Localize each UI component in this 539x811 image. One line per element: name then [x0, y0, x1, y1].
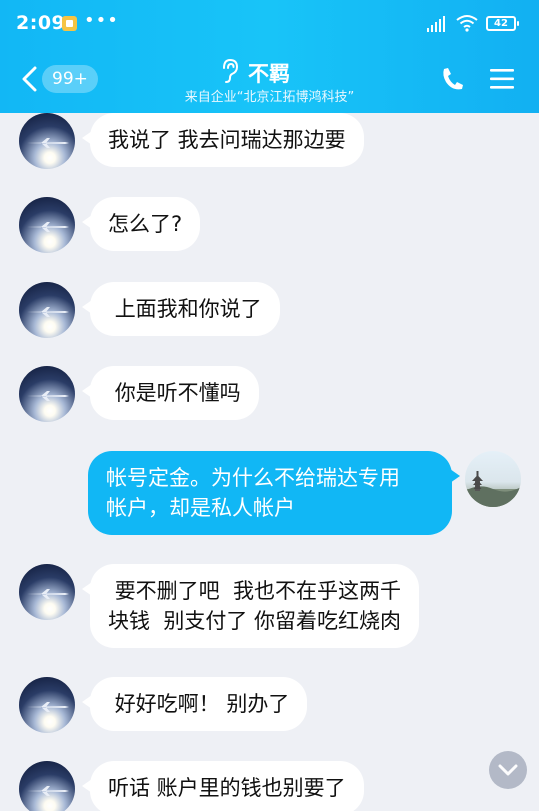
message-bubble[interactable]: 我说了 我去问瑞达那边要: [82, 113, 364, 167]
wifi-icon: [456, 15, 478, 32]
contact-avatar[interactable]: [19, 113, 75, 169]
battery-icon: 42: [486, 16, 519, 31]
airplane-icon: [27, 786, 69, 796]
status-time: 2:09: [16, 12, 66, 34]
status-bar: 2:09 ••• 42: [0, 0, 539, 50]
airplane-icon: [27, 222, 69, 232]
phone-call-icon[interactable]: [440, 66, 464, 92]
message-bubble[interactable]: 好好吃啊！ 别办了: [81, 677, 308, 731]
message-bubble[interactable]: 你是听不懂吗: [82, 366, 259, 420]
airplane-icon: [27, 589, 69, 599]
airplane-icon: [27, 307, 69, 317]
more-notifications-icon: •••: [84, 10, 119, 31]
airplane-icon: [27, 138, 69, 148]
contact-name: 不羁: [248, 62, 290, 86]
airplane-icon: [27, 702, 69, 712]
message-bubble[interactable]: 上面我和你说了: [82, 282, 280, 336]
contact-avatar[interactable]: [19, 564, 75, 620]
message-bubble-self[interactable]: 帐号定金。为什么不给瑞达专用 帐户，却是私人帐户: [88, 451, 460, 535]
self-avatar[interactable]: [465, 451, 521, 507]
chat-header: 2:09 ••• 42 99+ 不羁 来自企业“北京江拓博鸿科技”: [0, 0, 539, 113]
chevron-down-icon: [498, 764, 518, 776]
message-bubble[interactable]: 听话 账户里的钱也别要了: [82, 761, 364, 811]
contact-avatar[interactable]: [19, 677, 75, 733]
contact-avatar[interactable]: [19, 197, 75, 253]
earpiece-mode-icon[interactable]: [218, 58, 240, 84]
pagoda-icon: [465, 471, 521, 507]
contact-avatar[interactable]: [19, 761, 75, 811]
contact-avatar[interactable]: [19, 366, 75, 422]
signal-icon: [427, 16, 445, 32]
notification-icon: [62, 16, 77, 31]
contact-avatar[interactable]: [19, 282, 75, 338]
message-bubble[interactable]: 要不删了吧 我也不在乎这两千 块钱 别支付了 你留着吃红烧肉: [81, 564, 420, 648]
message-bubble[interactable]: 怎么了?: [81, 197, 201, 251]
menu-icon[interactable]: [489, 68, 515, 90]
airplane-icon: [27, 391, 69, 401]
message-list[interactable]: 我说了 我去问瑞达那边要 怎么了? 上面我和你说了 你是听不懂吗 帐号定金。为什…: [0, 113, 539, 811]
scroll-to-bottom-button[interactable]: [489, 751, 527, 789]
